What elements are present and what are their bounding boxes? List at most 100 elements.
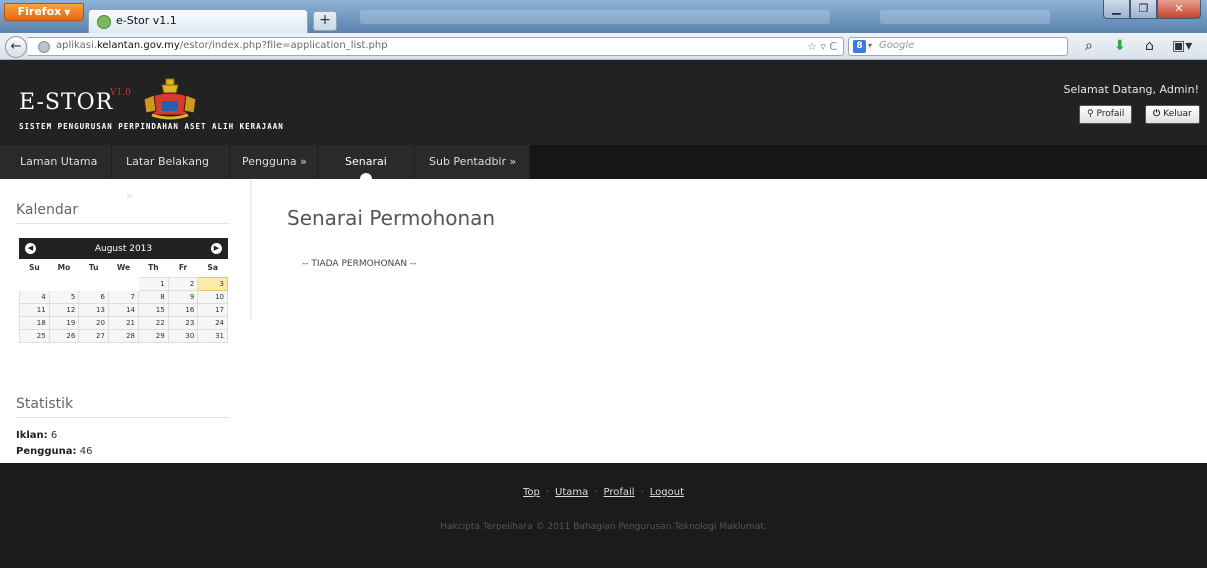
footer-separator: · [545,487,550,498]
menu-item-latar-belakang[interactable]: Latar Belakang » [112,145,230,202]
site-header: E-STOR V1.0 SISTEM PENGURUSAN PERPINDAHA… [0,60,1207,145]
menu-item-laman-utama[interactable]: Laman Utama [0,145,112,179]
addons-menu-icon[interactable]: ▣▾ [1172,39,1192,53]
profile-button-label: Profail [1096,109,1125,119]
calendar-day[interactable]: 6 [78,289,109,304]
footer-separator: · [594,487,598,498]
prev-month-icon[interactable]: ◀ [25,243,36,254]
calendar-day[interactable]: 9 [167,289,199,304]
browser-tab-active[interactable]: e-Stor v1.1 [88,9,308,33]
calendar-day[interactable]: 21 [107,315,140,330]
calendar-grid: Su Mo Tu We Th Fr Sa 1 2 3 4 5 6 7 8 9 1… [19,259,228,343]
weekday-header: Th [148,263,159,273]
stat-pengguna-label: Pengguna: [16,446,77,457]
stat-pengguna-value: 46 [79,446,93,457]
calendar-day[interactable]: 28 [107,328,140,343]
weekday-header: Fr [178,263,188,273]
magnifier-icon[interactable]: ⌕ [1085,39,1093,53]
calendar-day[interactable]: 23 [167,315,199,330]
firefox-menu-label: Firefox [17,5,62,18]
globe-icon [38,41,50,53]
download-icon[interactable]: ⬇ [1114,39,1126,53]
calendar-day[interactable]: 17 [197,302,228,317]
maximize-button[interactable]: ❐ [1130,0,1157,19]
minimize-button[interactable]: ▁ [1103,0,1130,19]
weekday-header: Sa [207,263,218,273]
new-tab-button[interactable]: + [313,11,337,31]
calendar-day[interactable]: 16 [167,302,199,317]
site-subtitle: SISTEM PENGURUSAN PERPINDAHAN ASET ALIH … [19,122,284,131]
profile-button[interactable]: ⚲ Profail [1079,105,1133,124]
footer-link-utama[interactable]: Utama [555,487,588,498]
calendar-day[interactable]: 30 [167,328,199,343]
firefox-menu-button[interactable]: Firefox ▼ [4,3,84,21]
stat-iklan-label: Iklan: [16,430,48,441]
calendar-day[interactable]: 29 [138,328,169,343]
calendar-day[interactable]: 15 [138,302,169,317]
search-engine-icon[interactable]: 8 [853,40,866,53]
calendar-day[interactable]: 13 [78,302,109,317]
logo-title[interactable]: E-STOR [19,90,113,115]
calendar-day-empty [48,276,80,291]
calendar-day[interactable]: 26 [48,328,80,343]
calendar-day[interactable]: 24 [197,315,228,330]
calendar-day-today[interactable]: 3 [197,276,228,291]
calendar-day[interactable]: 7 [107,289,140,304]
url-prefix: aplikasi. [56,40,97,51]
footer-links: Top · Utama · Profail · Logout [0,487,1207,498]
bookmark-star-icon[interactable]: ☆ ▿ C [807,40,837,53]
weekday-header: Su [28,263,40,273]
calendar-day[interactable]: 8 [138,289,169,304]
footer-link-top[interactable]: Top [523,487,540,498]
footer-link-profail[interactable]: Profail [603,487,634,498]
calendar-day[interactable]: 14 [107,302,140,317]
calendar-day[interactable]: 11 [19,302,50,317]
page-title: Senarai Permohonan [287,206,496,230]
next-month-icon[interactable]: ▶ [210,243,222,254]
url-bar[interactable]: aplikasi.kelantan.gov.my/estor/index.php… [28,37,844,56]
favicon-icon [97,15,111,29]
calendar-day[interactable]: 2 [167,276,199,291]
calendar-day[interactable]: 18 [19,315,50,330]
chevron-down-icon[interactable]: ▾ [868,41,872,50]
menu-item-senarai-iklan[interactable]: Senarai Iklan [318,145,415,202]
calendar-day[interactable]: 20 [78,315,109,330]
calendar-day[interactable]: 1 [138,276,169,291]
calendar-day[interactable]: 22 [138,315,169,330]
tab-title: e-Stor v1.1 [116,14,177,27]
calendar-day[interactable]: 5 [48,289,80,304]
url-domain: kelantan.gov.my [96,40,180,51]
close-button[interactable]: ✕ [1157,0,1201,19]
url-text: aplikasi.kelantan.gov.my/estor/index.php… [56,40,388,51]
window-controls: ▁ ❐ ✕ [1103,0,1201,20]
calendar-day[interactable]: 10 [197,289,228,304]
calendar-day[interactable]: 4 [19,289,50,304]
main-menu-items: Laman Utama Latar Belakang » Pengguna » … [0,145,530,202]
calendar-day-empty [107,276,140,291]
active-indicator [360,173,372,185]
calendar-day[interactable]: 12 [48,302,80,317]
chevron-down-icon: ▼ [64,8,71,17]
footer-link-logout[interactable]: Logout [650,487,684,498]
logo-version: V1.0 [110,88,131,98]
state-crest-icon [143,78,197,120]
search-placeholder: Google [879,40,915,51]
weekday-header: Tu [88,263,99,273]
calendar-day[interactable]: 31 [197,328,228,343]
sidebar-divider [250,180,252,320]
calendar-day[interactable]: 27 [78,328,109,343]
calendar-day[interactable]: 25 [19,328,50,343]
stat-iklan-value: 6 [50,430,58,441]
search-input[interactable]: 8 ▾ Google [848,37,1068,56]
weekday-header: Mo [57,263,71,273]
empty-state-message: -- TIADA PERMOHONAN -- [302,259,417,269]
power-icon: ⏻ [1153,109,1164,119]
logout-button-label: Keluar [1163,109,1192,119]
menu-item-sub-pentadbir[interactable]: Sub Pentadbir » [415,145,530,179]
back-arrow-icon[interactable]: ← [5,36,27,58]
calendar-day[interactable]: 19 [48,315,80,330]
menu-item-pengguna[interactable]: Pengguna » [230,145,318,179]
home-icon[interactable]: ⌂ [1145,39,1154,53]
logout-button[interactable]: ⏻ Keluar [1145,105,1200,124]
main-menu: Laman Utama Latar Belakang » Pengguna » … [0,145,1207,202]
